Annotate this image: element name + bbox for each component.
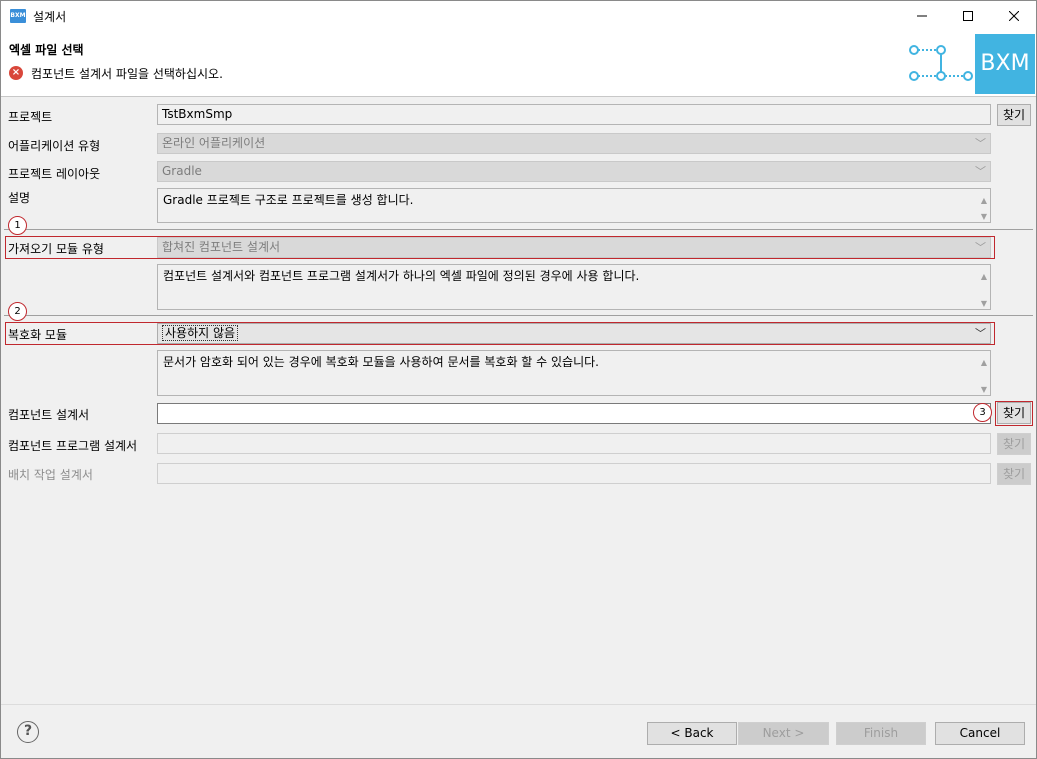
minimize-button[interactable] bbox=[899, 1, 945, 31]
chevron-down-icon: ﹀ bbox=[975, 134, 986, 153]
decrypt-label: 복호화 모듈 bbox=[8, 326, 67, 343]
maximize-button[interactable] bbox=[945, 1, 991, 31]
cancel-button[interactable]: Cancel bbox=[935, 722, 1025, 745]
component-program-spec-label: 컴포넌트 프로그램 설계서 bbox=[8, 437, 137, 454]
layout-label: 프로젝트 레이아웃 bbox=[8, 165, 100, 182]
connector-graphic-icon bbox=[907, 43, 975, 83]
annotation-2: 2 bbox=[8, 302, 27, 321]
chevron-down-icon: ﹀ bbox=[975, 162, 986, 181]
window-title: 설계서 bbox=[33, 8, 66, 25]
separator bbox=[4, 315, 1033, 316]
batch-spec-input bbox=[157, 463, 991, 484]
import-type-description: 컴포넌트 설계서와 컴포넌트 프로그램 설계서가 하나의 엑셀 파일에 정의된 … bbox=[157, 264, 991, 310]
app-type-select: 온라인 어플리케이션 ﹀ bbox=[157, 133, 991, 154]
component-spec-input[interactable] bbox=[157, 403, 991, 424]
import-type-value: 합쳐진 컴포넌트 설계서 bbox=[162, 240, 280, 254]
import-type-label: 가져오기 모듈 유형 bbox=[8, 240, 104, 257]
close-icon bbox=[1009, 11, 1019, 21]
bxm-logo: BXM bbox=[975, 34, 1035, 94]
layout-value: Gradle bbox=[162, 164, 202, 178]
scroll-up-icon: ▲ bbox=[981, 193, 987, 209]
close-button[interactable] bbox=[991, 1, 1037, 31]
project-field: TstBxmSmp bbox=[157, 104, 991, 125]
scroll-up-icon: ▲ bbox=[981, 269, 987, 285]
annotation-1: 1 bbox=[8, 216, 27, 235]
finish-button: Finish bbox=[836, 722, 926, 745]
batch-spec-browse-button: 찾기 bbox=[997, 463, 1031, 485]
scroll-down-icon: ▼ bbox=[981, 382, 987, 398]
import-type-description-value: 컴포넌트 설계서와 컴포넌트 프로그램 설계서가 하나의 엑셀 파일에 정의된 … bbox=[163, 269, 639, 283]
description-text: Gradle 프로젝트 구조로 프로젝트를 생성 합니다. ▲ ▼ bbox=[157, 188, 991, 223]
description-label: 설명 bbox=[8, 189, 30, 206]
minimize-icon bbox=[917, 11, 927, 21]
scroll-down-icon: ▼ bbox=[981, 296, 987, 312]
footer-separator bbox=[1, 704, 1036, 705]
chevron-down-icon: ﹀ bbox=[975, 324, 986, 343]
bxm-app-icon: BXM bbox=[10, 9, 26, 23]
decrypt-select[interactable]: 사용하지 않음 ﹀ bbox=[157, 323, 991, 344]
separator bbox=[4, 229, 1033, 230]
error-icon: × bbox=[9, 66, 23, 80]
component-spec-browse-button[interactable]: 찾기 bbox=[997, 402, 1031, 424]
header-message: 컴포넌트 설계서 파일을 선택하십시오. bbox=[31, 65, 223, 82]
dialog-window: BXM 설계서 엑셀 파일 선택 × 컴포넌트 설계서 파일을 선택하십시오. … bbox=[0, 0, 1037, 759]
chevron-down-icon: ﹀ bbox=[975, 238, 986, 257]
decrypt-value: 사용하지 않음 bbox=[162, 325, 238, 341]
layout-select: Gradle ﹀ bbox=[157, 161, 991, 182]
wizard-header: 엑셀 파일 선택 × 컴포넌트 설계서 파일을 선택하십시오. BXM bbox=[1, 31, 1036, 97]
project-label: 프로젝트 bbox=[8, 108, 52, 125]
decrypt-description: 문서가 암호화 되어 있는 경우에 복호화 모듈을 사용하여 문서를 복호화 할… bbox=[157, 350, 991, 396]
import-type-select: 합쳐진 컴포넌트 설계서 ﹀ bbox=[157, 237, 991, 258]
component-program-spec-input bbox=[157, 433, 991, 454]
next-button: Next > bbox=[738, 722, 829, 745]
scroll-down-icon: ▼ bbox=[981, 209, 987, 225]
page-title: 엑셀 파일 선택 bbox=[9, 41, 84, 58]
help-icon[interactable]: ? bbox=[17, 721, 39, 743]
back-button[interactable]: < Back bbox=[647, 722, 737, 745]
app-type-label: 어플리케이션 유형 bbox=[8, 137, 100, 154]
decrypt-description-value: 문서가 암호화 되어 있는 경우에 복호화 모듈을 사용하여 문서를 복호화 할… bbox=[163, 355, 599, 369]
component-spec-label: 컴포넌트 설계서 bbox=[8, 406, 89, 423]
annotation-3: 3 bbox=[973, 403, 992, 422]
project-browse-button[interactable]: 찾기 bbox=[997, 104, 1031, 126]
component-program-spec-browse-button: 찾기 bbox=[997, 433, 1031, 455]
description-value: Gradle 프로젝트 구조로 프로젝트를 생성 합니다. bbox=[163, 193, 414, 207]
scroll-up-icon: ▲ bbox=[981, 355, 987, 371]
title-bar: BXM 설계서 bbox=[1, 1, 1036, 31]
batch-spec-label: 배치 작업 설계서 bbox=[8, 466, 93, 483]
maximize-icon bbox=[963, 11, 973, 21]
app-type-value: 온라인 어플리케이션 bbox=[162, 136, 265, 150]
